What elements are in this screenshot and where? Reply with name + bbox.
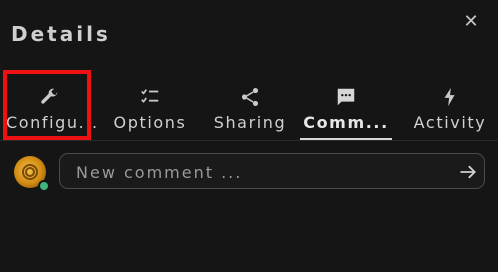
panel-title: Details [11, 22, 111, 46]
tab-label: Activity [413, 113, 487, 132]
divider [0, 140, 498, 141]
tab-comments[interactable]: Comm... [300, 80, 392, 140]
comment-input[interactable] [74, 161, 448, 183]
details-panel: Details ✕ Configu... Options Sharing Com… [0, 0, 498, 272]
tab-activity[interactable]: Activity [408, 80, 492, 140]
lightning-icon [444, 87, 455, 107]
highlight-box [3, 70, 91, 140]
checklist-icon [141, 89, 159, 103]
tab-options[interactable]: Options [108, 80, 192, 140]
send-arrow-icon[interactable] [458, 162, 478, 182]
comment-box [59, 153, 485, 189]
avatar-pattern [25, 167, 35, 177]
close-icon[interactable]: ✕ [461, 12, 481, 32]
comment-icon [337, 88, 355, 106]
tab-sharing[interactable]: Sharing [208, 80, 292, 140]
share-icon [241, 88, 259, 106]
tab-label: Sharing [213, 113, 287, 132]
online-status-dot [38, 180, 50, 192]
avatar[interactable] [14, 156, 50, 192]
tab-label: Comm... [303, 113, 389, 132]
tab-label: Options [113, 113, 187, 132]
